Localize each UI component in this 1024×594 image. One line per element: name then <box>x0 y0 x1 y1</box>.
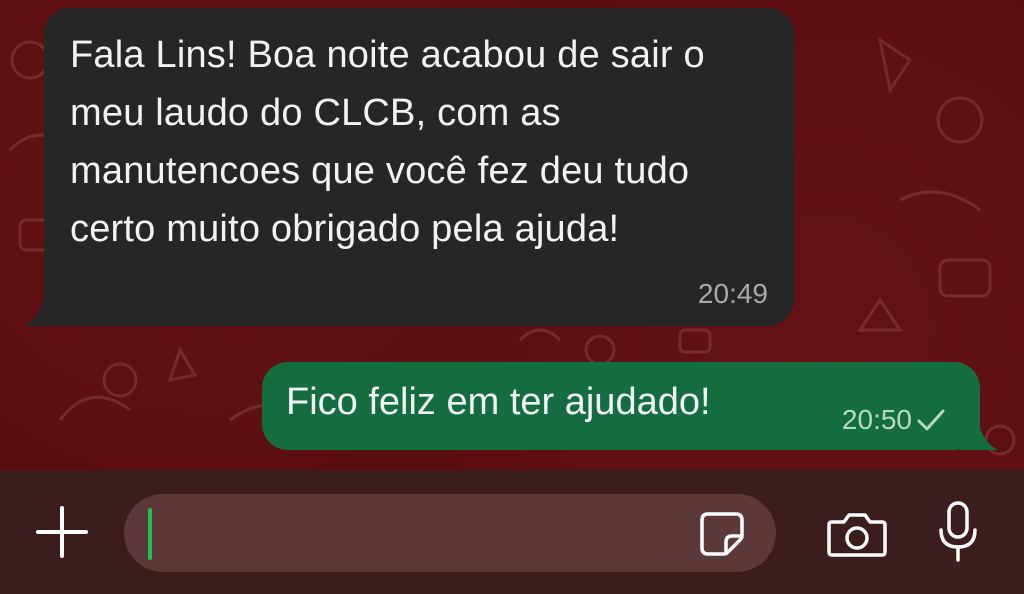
camera-icon[interactable] <box>826 510 888 558</box>
sticker-icon[interactable] <box>698 510 746 558</box>
bubble-tail <box>24 290 62 326</box>
message-input[interactable] <box>124 494 776 572</box>
message-text: Fala Lins! Boa noite acabou de sair o me… <box>70 34 705 250</box>
outgoing-message-bubble[interactable]: Fico feliz em ter ajudado! 20:50 <box>262 362 998 450</box>
single-check-icon <box>917 409 945 431</box>
message-timestamp: 20:50 <box>841 404 912 435</box>
chat-background: Fala Lins! Boa noite acabou de sair o me… <box>0 0 1024 470</box>
plus-icon[interactable] <box>36 506 88 558</box>
text-cursor <box>148 508 152 560</box>
message-timestamp: 20:49 <box>697 278 768 309</box>
microphone-icon[interactable] <box>936 500 980 564</box>
incoming-message-bubble[interactable]: Fala Lins! Boa noite acabou de sair o me… <box>24 8 794 326</box>
bubble-tail <box>960 414 998 450</box>
message-text: Fico feliz em ter ajudado! <box>286 381 711 423</box>
